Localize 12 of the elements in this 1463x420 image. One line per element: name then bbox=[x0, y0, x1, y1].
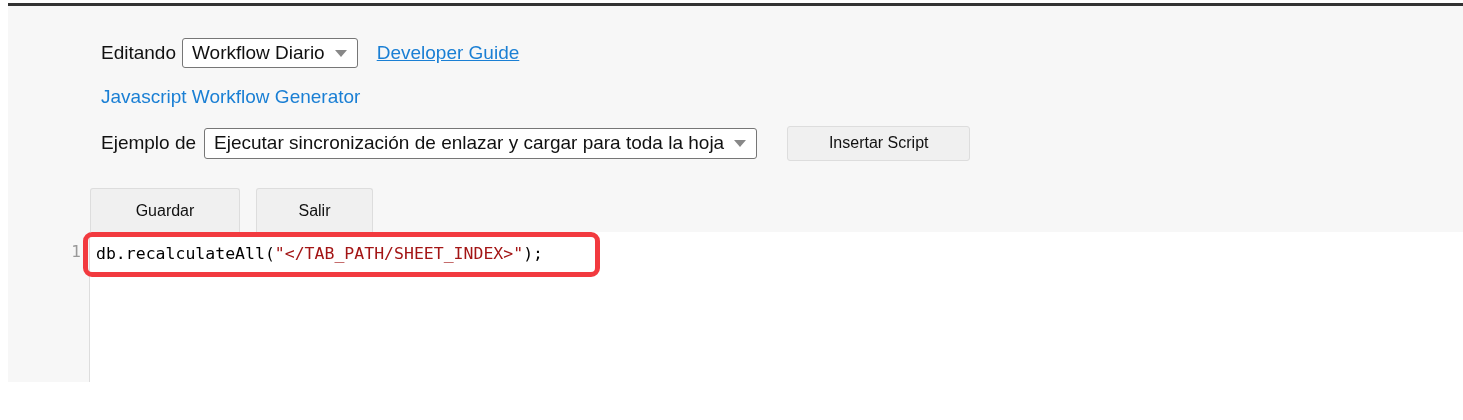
generator-link[interactable]: Javascript Workflow Generator bbox=[101, 86, 361, 108]
editing-label: Editando bbox=[101, 42, 176, 64]
example-label: Ejemplo de bbox=[101, 132, 197, 154]
insert-script-button[interactable]: Insertar Script bbox=[787, 125, 971, 161]
workflow-select[interactable]: Workflow Diario bbox=[182, 38, 358, 68]
line-number: 1 bbox=[70, 241, 82, 263]
save-button[interactable]: Guardar bbox=[90, 188, 240, 232]
caret-icon bbox=[334, 49, 347, 57]
caret-icon bbox=[734, 139, 747, 147]
example-select[interactable]: Ejecutar sincronización de enlazar y cargar para toda la hoja bbox=[204, 127, 758, 159]
developer-guide-link[interactable]: Developer Guide bbox=[376, 42, 520, 64]
exit-button[interactable]: Salir bbox=[256, 188, 373, 232]
